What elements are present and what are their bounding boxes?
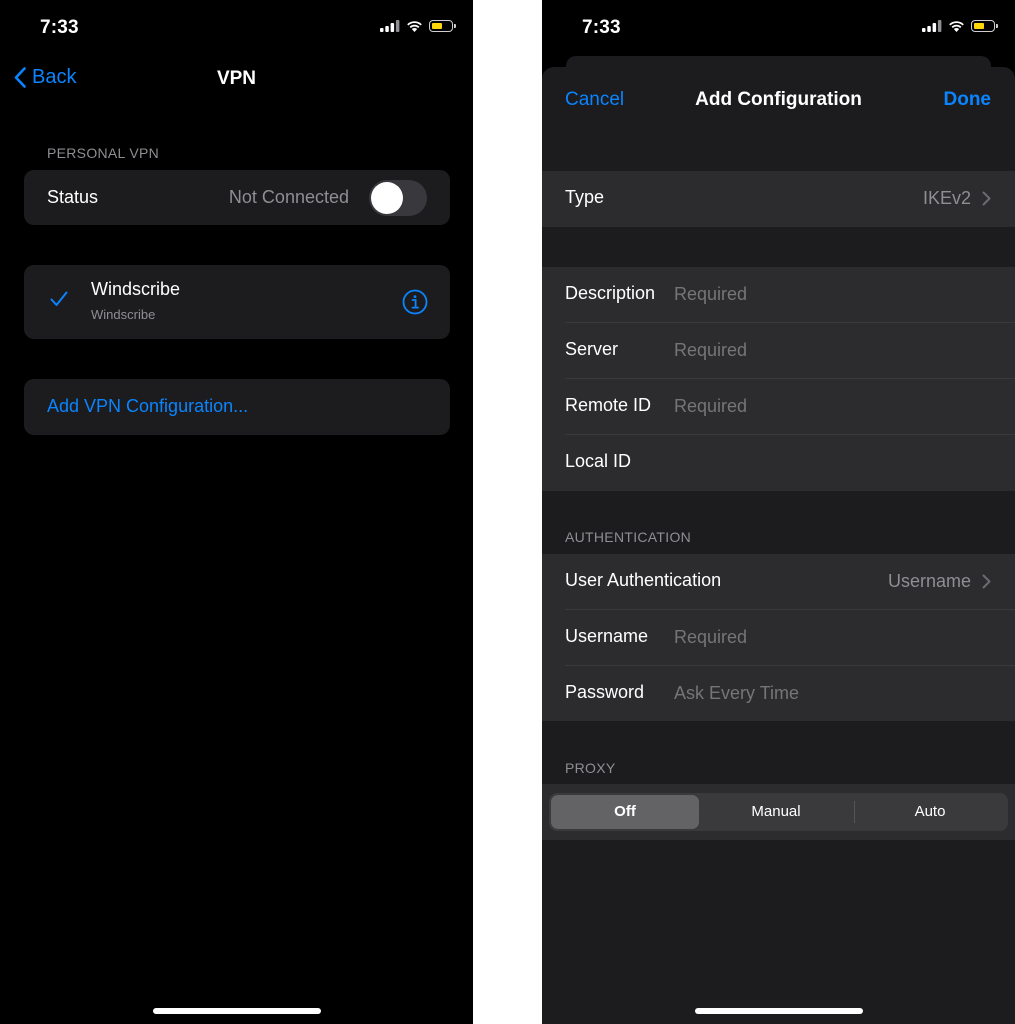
description-label: Description bbox=[565, 283, 656, 303]
remote-id-input[interactable] bbox=[674, 396, 974, 417]
info-icon[interactable] bbox=[402, 289, 428, 315]
proxy-group: Off Manual Auto bbox=[542, 784, 1015, 840]
vpn-entry-subtitle: Windscribe bbox=[91, 307, 156, 322]
cellular-signal-icon bbox=[380, 20, 400, 32]
vpn-settings-screen: 7:33 Back VPN PERSONAL VPN Status Not Co… bbox=[0, 0, 473, 1024]
status-value: Not Connected bbox=[228, 187, 349, 207]
add-vpn-configuration-button[interactable]: Add VPN Configuration... bbox=[47, 396, 248, 417]
sheet-nav-bar: Cancel Add Configuration Done bbox=[542, 87, 1015, 115]
proxy-header: PROXY bbox=[565, 760, 616, 776]
local-id-row: Local ID bbox=[542, 435, 1015, 491]
password-input[interactable] bbox=[674, 683, 974, 704]
server-row: Server bbox=[542, 323, 1015, 379]
status-time: 7:33 bbox=[582, 17, 621, 38]
cellular-signal-icon bbox=[922, 20, 942, 32]
page-title: VPN bbox=[216, 68, 257, 89]
home-indicator bbox=[152, 1008, 321, 1014]
proxy-option-auto[interactable]: Auto bbox=[856, 795, 1004, 829]
add-configuration-sheet: Cancel Add Configuration Done Type IKEv2… bbox=[542, 67, 1015, 1024]
status-bar: 7:33 bbox=[0, 0, 473, 56]
authentication-group: User Authentication Username Username Pa… bbox=[542, 554, 1015, 721]
personal-vpn-header: PERSONAL VPN bbox=[47, 145, 160, 161]
wifi-icon bbox=[407, 21, 422, 32]
segment-divider bbox=[854, 801, 855, 823]
chevron-right-icon bbox=[982, 574, 991, 589]
done-button[interactable]: Done bbox=[944, 89, 992, 111]
server-input[interactable] bbox=[674, 340, 974, 361]
status-label: Status bbox=[47, 187, 99, 207]
battery-icon bbox=[971, 20, 998, 32]
status-bar: 7:33 bbox=[542, 0, 1015, 56]
vpn-entry-windscribe[interactable]: Windscribe Windscribe bbox=[24, 265, 450, 339]
vpn-status-toggle[interactable] bbox=[369, 180, 427, 216]
type-label: Type bbox=[565, 187, 605, 207]
chevron-right-icon bbox=[982, 191, 991, 206]
local-id-input[interactable] bbox=[674, 452, 974, 473]
user-authentication-value: Username bbox=[887, 571, 971, 591]
description-input[interactable] bbox=[674, 284, 974, 305]
wifi-icon bbox=[949, 21, 964, 32]
remote-id-label: Remote ID bbox=[565, 395, 652, 415]
username-row: Username bbox=[542, 610, 1015, 666]
authentication-header: AUTHENTICATION bbox=[565, 529, 692, 545]
nav-bar: Back VPN bbox=[0, 64, 473, 98]
proxy-option-off[interactable]: Off bbox=[551, 795, 699, 829]
user-authentication-row[interactable]: User Authentication Username bbox=[542, 554, 1015, 610]
vpn-entry-name: Windscribe bbox=[91, 279, 181, 299]
password-label: Password bbox=[565, 682, 645, 702]
type-row[interactable]: Type IKEv2 bbox=[542, 171, 1015, 227]
username-input[interactable] bbox=[674, 627, 974, 648]
remote-id-row: Remote ID bbox=[542, 379, 1015, 435]
add-configuration-screen: 7:33 Cancel Add Configuration Done Type … bbox=[542, 0, 1015, 1024]
server-label: Server bbox=[565, 339, 619, 359]
user-authentication-label: User Authentication bbox=[565, 570, 722, 590]
proxy-segmented-control: Off Manual Auto bbox=[549, 793, 1008, 831]
add-vpn-configuration-row[interactable]: Add VPN Configuration... bbox=[24, 379, 450, 435]
username-label: Username bbox=[565, 626, 649, 646]
status-time: 7:33 bbox=[40, 17, 79, 38]
home-indicator bbox=[694, 1008, 863, 1014]
status-icons bbox=[380, 20, 456, 32]
password-row: Password bbox=[542, 666, 1015, 722]
proxy-option-manual[interactable]: Manual bbox=[702, 795, 850, 829]
description-row: Description bbox=[542, 267, 1015, 323]
local-id-label: Local ID bbox=[565, 451, 632, 471]
server-fields-group: Description Server Remote ID Local ID bbox=[542, 267, 1015, 491]
status-row: Status Not Connected bbox=[24, 170, 450, 225]
type-value: IKEv2 bbox=[922, 188, 971, 208]
status-icons bbox=[922, 20, 998, 32]
battery-icon bbox=[429, 20, 456, 32]
checkmark-icon bbox=[50, 291, 68, 306]
